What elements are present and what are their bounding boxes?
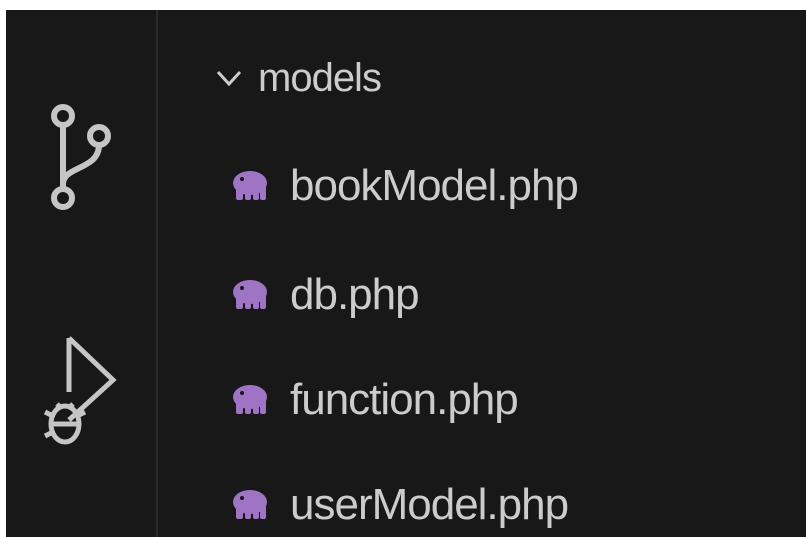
- php-elephant-icon: [233, 171, 267, 200]
- editor-window: models bookModel.php db.php function.php…: [6, 10, 806, 537]
- file-explorer: models bookModel.php db.php function.php…: [158, 10, 806, 537]
- activity-bar: [6, 10, 158, 537]
- run-and-debug-icon: [43, 336, 117, 445]
- folder-models[interactable]: models: [216, 50, 382, 106]
- chevron-down-icon: [216, 70, 242, 87]
- php-elephant-icon: [233, 490, 267, 519]
- file-label: userModel.php: [290, 480, 569, 529]
- file-label: bookModel.php: [290, 161, 579, 210]
- run-and-debug-button[interactable]: [6, 332, 156, 452]
- file-item-bookmodel[interactable]: bookModel.php: [230, 156, 579, 216]
- php-elephant-icon: [233, 385, 267, 414]
- file-item-db[interactable]: db.php: [230, 265, 420, 325]
- file-label: db.php: [290, 270, 420, 319]
- php-elephant-icon: [233, 280, 267, 309]
- folder-label: models: [258, 55, 382, 100]
- file-label: function.php: [290, 375, 519, 424]
- source-control-icon: [51, 104, 111, 210]
- file-item-function[interactable]: function.php: [230, 370, 519, 430]
- source-control-button[interactable]: [6, 100, 156, 230]
- file-item-usermodel[interactable]: userModel.php: [230, 475, 569, 535]
